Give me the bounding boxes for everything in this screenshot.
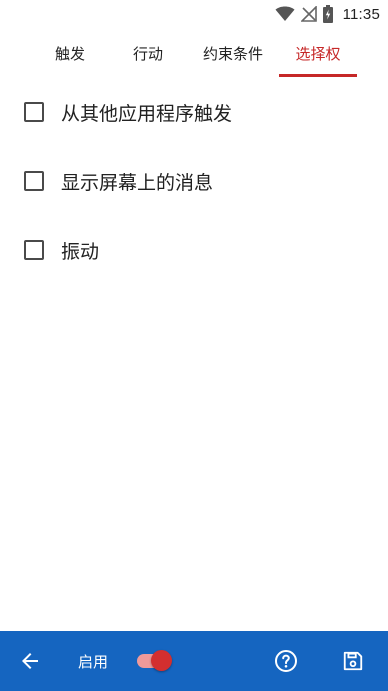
option-label: 从其他应用程序触发 xyxy=(61,102,233,125)
status-icons: 11:35 xyxy=(275,4,380,24)
active-tab-indicator xyxy=(279,74,357,77)
status-bar: 11:35 xyxy=(0,0,388,28)
tab-constraints[interactable]: 约束条件 xyxy=(193,30,273,76)
tab-options[interactable]: 选择权 xyxy=(279,30,357,76)
tab-actions[interactable]: 行动 xyxy=(110,30,186,76)
help-icon[interactable] xyxy=(274,649,298,673)
back-arrow-icon[interactable] xyxy=(18,649,42,673)
tab-trigger[interactable]: 触发 xyxy=(33,30,107,76)
option-trigger-from-other-apps[interactable]: 从其他应用程序触发 xyxy=(24,92,232,132)
bottom-bar: 启用 xyxy=(0,631,388,691)
save-icon[interactable] xyxy=(342,650,364,672)
option-vibrate[interactable]: 振动 xyxy=(24,230,99,270)
toggle-thumb xyxy=(151,650,172,671)
trigger-from-other-apps-checkbox[interactable] xyxy=(24,102,44,122)
enable-label: 启用 xyxy=(78,653,109,671)
no-signal-icon xyxy=(300,6,317,22)
wifi-icon xyxy=(275,6,295,22)
option-show-onscreen-message[interactable]: 显示屏幕上的消息 xyxy=(24,161,213,201)
option-label: 振动 xyxy=(61,240,100,263)
tab-bar: 触发 行动 约束条件 选择权 xyxy=(0,30,388,78)
show-onscreen-message-checkbox[interactable] xyxy=(24,171,44,191)
option-label: 显示屏幕上的消息 xyxy=(61,171,214,194)
enable-toggle[interactable] xyxy=(137,650,173,672)
vibrate-checkbox[interactable] xyxy=(24,240,44,260)
battery-charging-icon xyxy=(322,5,333,23)
status-clock: 11:35 xyxy=(342,5,380,23)
screen: 11:35 触发 行动 约束条件 选择权 从其他应用程序触发 显示屏幕上的消息 … xyxy=(0,0,388,691)
